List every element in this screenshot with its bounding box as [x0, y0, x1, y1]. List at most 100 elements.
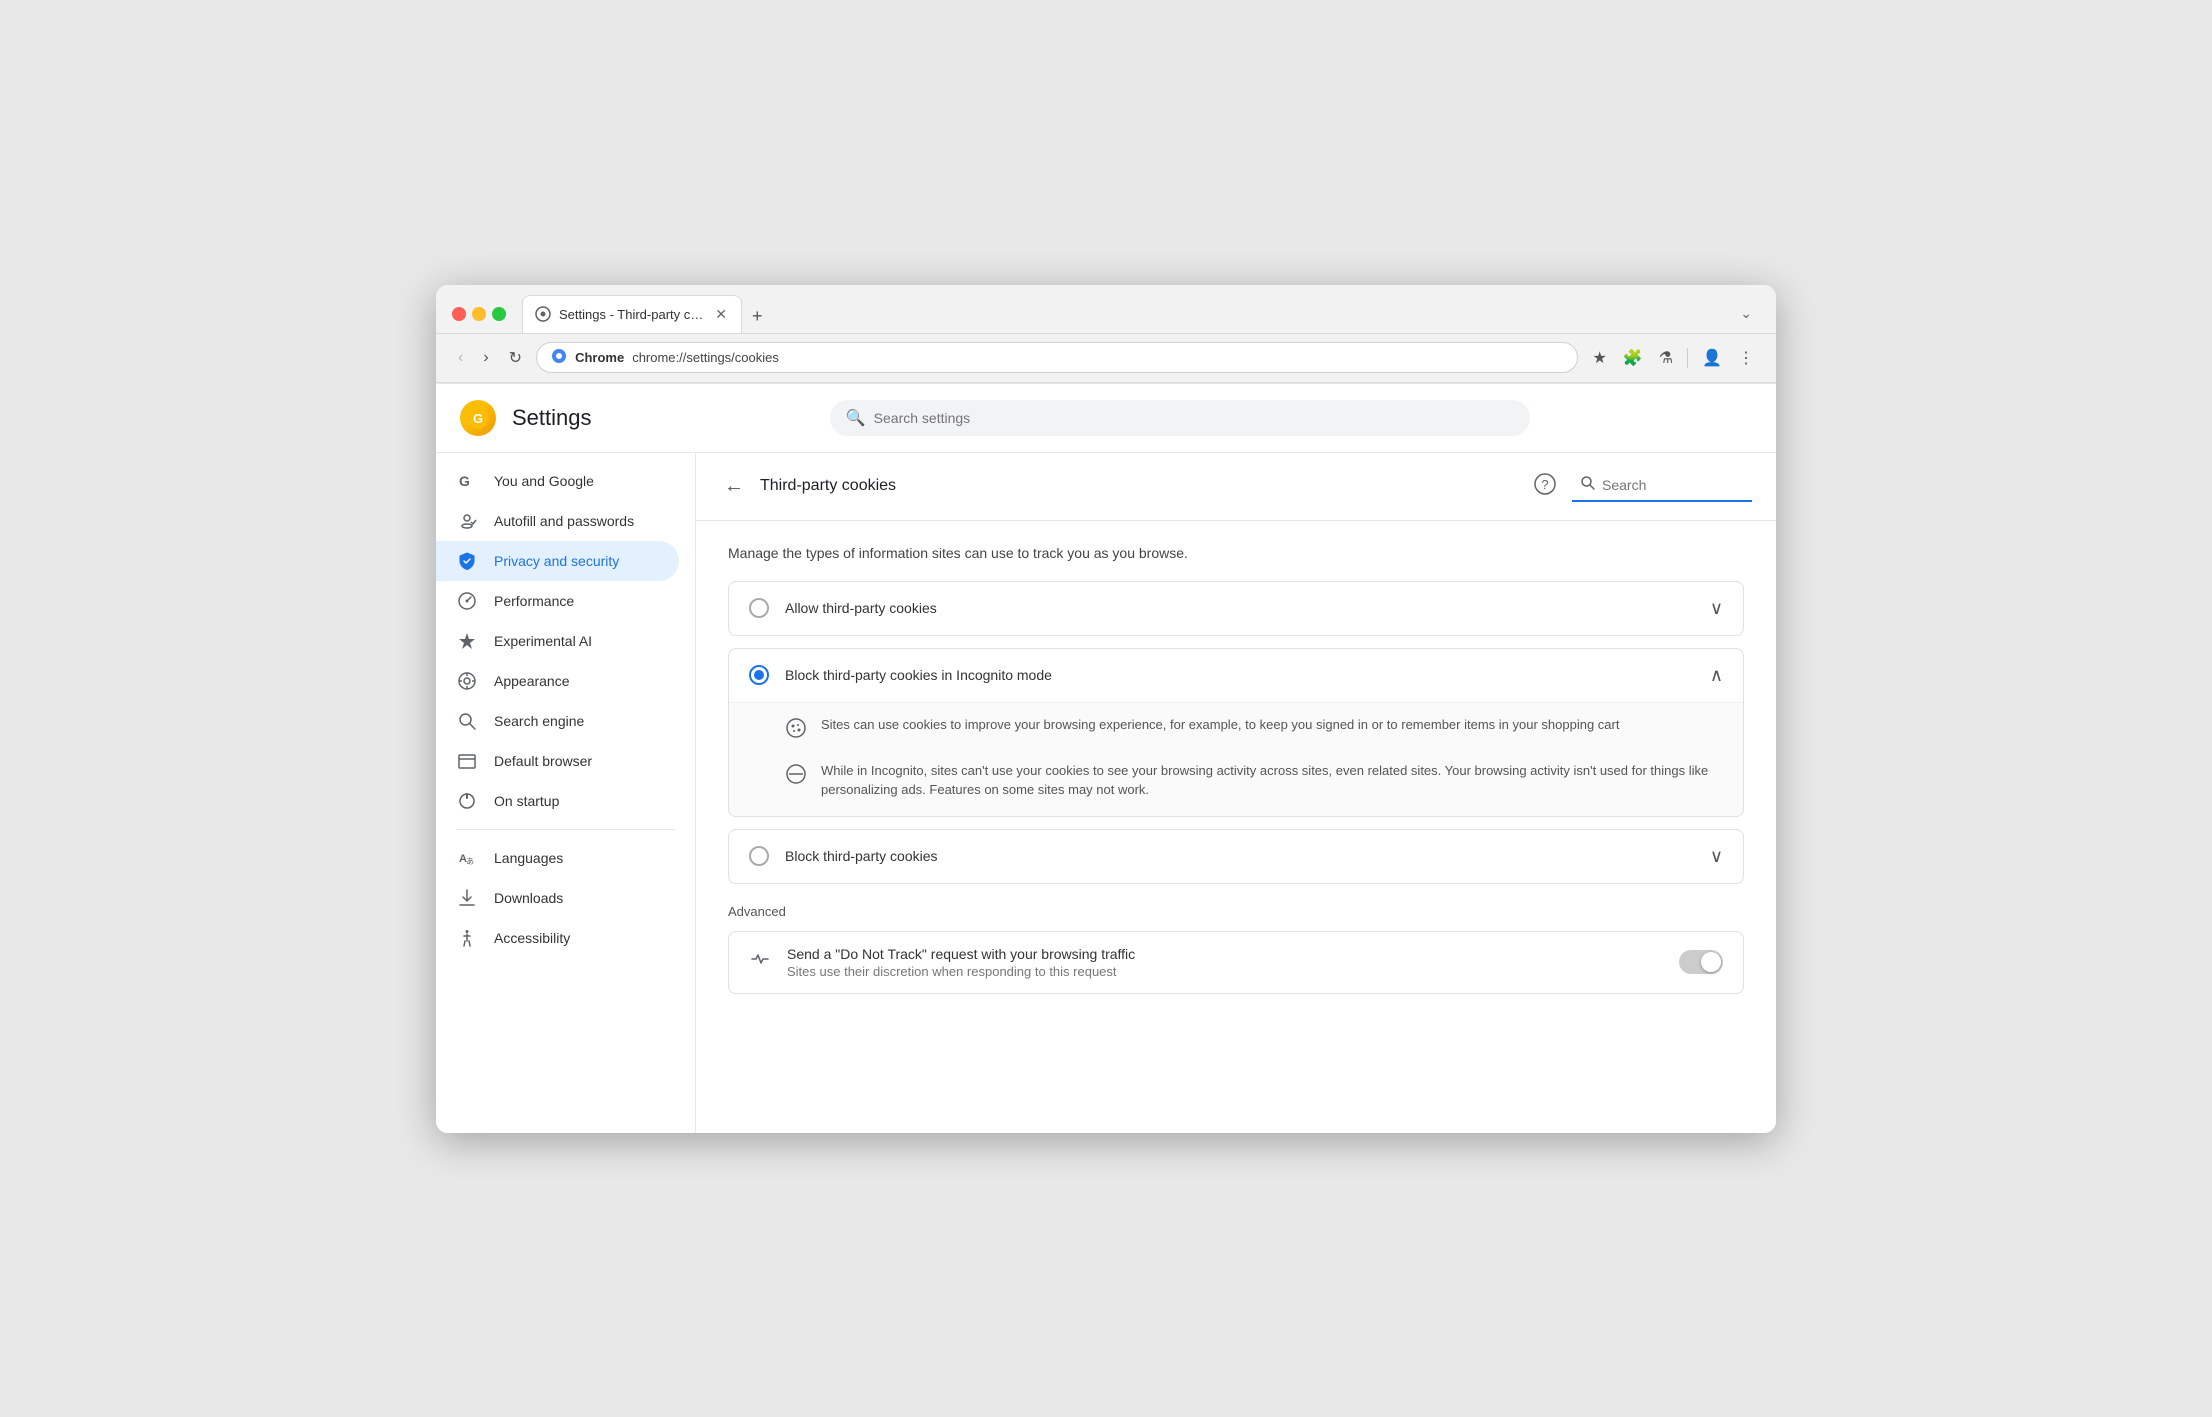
- close-window-button[interactable]: [452, 307, 466, 321]
- toggle-knob: [1701, 952, 1721, 972]
- title-bar: Settings - Third-party cookie ✕ + ⌄: [436, 285, 1776, 334]
- downloads-icon: [456, 888, 478, 908]
- sidebar-label-downloads: Downloads: [494, 890, 563, 906]
- content-description: Manage the types of information sites ca…: [728, 545, 1744, 561]
- radio-block-all[interactable]: [749, 846, 769, 866]
- sidebar-item-experimental-ai[interactable]: Experimental AI: [436, 621, 679, 661]
- maximize-window-button[interactable]: [492, 307, 506, 321]
- sidebar-item-downloads[interactable]: Downloads: [436, 878, 679, 918]
- sidebar-item-performance[interactable]: Performance: [436, 581, 679, 621]
- option-card-allow: Allow third-party cookies ∨: [728, 581, 1744, 636]
- option-label-block-incognito: Block third-party cookies in Incognito m…: [785, 667, 1694, 683]
- sidebar-item-autofill[interactable]: Autofill and passwords: [436, 501, 679, 541]
- address-url: chrome://settings/cookies: [632, 350, 1563, 365]
- sidebar-label-experimental-ai: Experimental AI: [494, 633, 592, 649]
- content-back-button[interactable]: ←: [720, 471, 748, 502]
- settings-search-bar[interactable]: 🔍: [830, 400, 1530, 436]
- option-chevron-block-all[interactable]: ∨: [1710, 846, 1723, 867]
- option-label-block-all: Block third-party cookies: [785, 848, 1694, 864]
- google-icon: G: [456, 471, 478, 491]
- sidebar-item-default-browser[interactable]: Default browser: [436, 741, 679, 781]
- option-row-block-all[interactable]: Block third-party cookies ∨: [729, 830, 1743, 883]
- block-icon: [785, 763, 807, 791]
- content-area: ← Third-party cookies ?: [696, 453, 1776, 1133]
- sidebar-item-you-and-google[interactable]: G You and Google: [436, 461, 679, 501]
- settings-header: G Settings 🔍: [436, 384, 1776, 453]
- option-card-block-incognito: Block third-party cookies in Incognito m…: [728, 648, 1744, 817]
- content-search-icon: [1580, 475, 1596, 496]
- sidebar-label-accessibility: Accessibility: [494, 930, 570, 946]
- settings-search-input[interactable]: [874, 410, 1514, 426]
- expanded-item-0: Sites can use cookies to improve your br…: [785, 715, 1723, 745]
- back-button[interactable]: ‹: [452, 343, 469, 373]
- sidebar-label-privacy: Privacy and security: [494, 553, 619, 569]
- content-search-input[interactable]: [1602, 477, 1742, 493]
- sidebar-item-privacy[interactable]: Privacy and security: [436, 541, 679, 581]
- sidebar-label-on-startup: On startup: [494, 793, 559, 809]
- toolbar: ‹ › ↻ Chrome chrome://settings/cookies ★…: [436, 334, 1776, 383]
- radio-allow[interactable]: [749, 598, 769, 618]
- languages-icon: A あ: [456, 848, 478, 868]
- content-search-bar[interactable]: [1572, 471, 1752, 502]
- tab-bar: Settings - Third-party cookie ✕ +: [522, 295, 1724, 333]
- reload-button[interactable]: ↻: [503, 342, 528, 374]
- performance-icon: [456, 591, 478, 611]
- sidebar-item-languages[interactable]: A あ Languages: [436, 838, 679, 878]
- option-row-block-incognito[interactable]: Block third-party cookies in Incognito m…: [729, 649, 1743, 702]
- content-page-title: Third-party cookies: [760, 477, 1518, 495]
- forward-button[interactable]: ›: [477, 343, 494, 373]
- extensions-button[interactable]: 🧩: [1617, 342, 1649, 374]
- advanced-section-label: Advanced: [728, 904, 1744, 919]
- svg-text:あ: あ: [466, 857, 474, 866]
- do-not-track-title: Send a "Do Not Track" request with your …: [787, 946, 1663, 962]
- profile-button[interactable]: 👤: [1696, 342, 1728, 374]
- autofill-icon: [456, 511, 478, 531]
- expanded-content-block-incognito: Sites can use cookies to improve your br…: [729, 702, 1743, 816]
- do-not-track-icon: [749, 948, 771, 976]
- traffic-lights: [452, 307, 506, 321]
- address-bar[interactable]: Chrome chrome://settings/cookies: [536, 342, 1578, 373]
- active-tab[interactable]: Settings - Third-party cookie ✕: [522, 295, 742, 333]
- content-body: Manage the types of information sites ca…: [696, 521, 1776, 1018]
- tab-close-button[interactable]: ✕: [713, 304, 729, 325]
- sidebar-label-autofill: Autofill and passwords: [494, 513, 634, 529]
- minimize-window-button[interactable]: [472, 307, 486, 321]
- svg-text:?: ?: [1541, 477, 1548, 492]
- radio-block-incognito[interactable]: [749, 665, 769, 685]
- option-chevron-block-incognito[interactable]: ∧: [1710, 665, 1723, 686]
- bookmark-button[interactable]: ★: [1586, 342, 1612, 374]
- svg-text:G: G: [473, 411, 483, 426]
- sidebar-label-languages: Languages: [494, 850, 563, 866]
- cookie-icon: [785, 717, 807, 745]
- toolbar-divider: [1687, 348, 1688, 368]
- accessibility-icon: [456, 928, 478, 948]
- settings-logo: G: [460, 400, 496, 436]
- option-row-allow[interactable]: Allow third-party cookies ∨: [729, 582, 1743, 635]
- window-controls-right: ⌄: [1732, 301, 1760, 326]
- expanded-text-1: While in Incognito, sites can't use your…: [821, 761, 1723, 800]
- option-chevron-allow[interactable]: ∨: [1710, 598, 1723, 619]
- sidebar-label-default-browser: Default browser: [494, 753, 592, 769]
- expanded-item-1: While in Incognito, sites can't use your…: [785, 761, 1723, 800]
- search-icon: 🔍: [846, 408, 866, 428]
- ai-icon: [456, 631, 478, 651]
- do-not-track-toggle[interactable]: [1679, 950, 1723, 974]
- option-card-block-all: Block third-party cookies ∨: [728, 829, 1744, 884]
- advanced-row-do-not-track: Send a "Do Not Track" request with your …: [728, 931, 1744, 994]
- sidebar-item-appearance[interactable]: Appearance: [436, 661, 679, 701]
- menu-button[interactable]: ⋮: [1732, 342, 1760, 374]
- window-menu-button[interactable]: ⌄: [1732, 301, 1760, 326]
- sidebar-label-you-and-google: You and Google: [494, 473, 594, 489]
- appearance-icon: [456, 671, 478, 691]
- radio-inner: [754, 670, 764, 680]
- sidebar-item-on-startup[interactable]: On startup: [436, 781, 679, 821]
- expanded-text-0: Sites can use cookies to improve your br…: [821, 715, 1619, 735]
- sidebar-item-accessibility[interactable]: Accessibility: [436, 918, 679, 958]
- help-button[interactable]: ?: [1530, 469, 1560, 504]
- lab-button[interactable]: ⚗: [1653, 342, 1679, 374]
- search-engine-icon: [456, 711, 478, 731]
- advanced-text-block: Send a "Do Not Track" request with your …: [787, 946, 1663, 979]
- sidebar-item-search-engine[interactable]: Search engine: [436, 701, 679, 741]
- new-tab-button[interactable]: +: [742, 300, 773, 333]
- settings-title: Settings: [512, 405, 592, 431]
